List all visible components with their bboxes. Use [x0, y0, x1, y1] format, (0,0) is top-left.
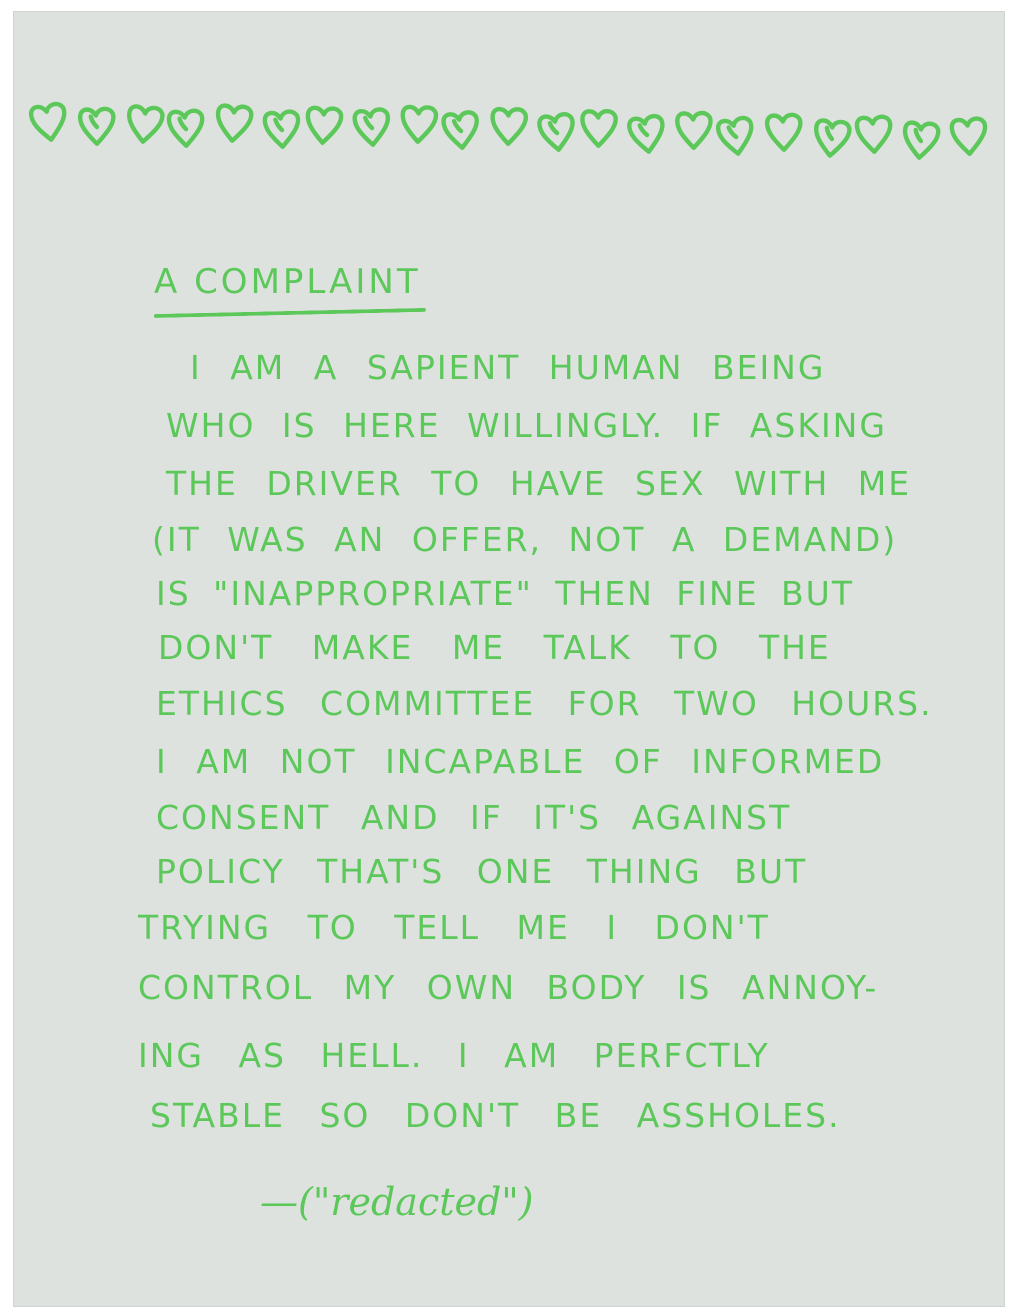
- note-line: TRYING TO TELL ME I DON'T: [138, 908, 770, 947]
- note-line: DON'T MAKE ME TALK TO THE: [158, 628, 831, 667]
- note-line: STABLE SO DON'T BE ASSHOLES.: [150, 1096, 841, 1135]
- note-line: POLICY THAT'S ONE THING BUT: [156, 852, 808, 891]
- note-line: THE DRIVER TO HAVE SEX WITH ME: [166, 464, 912, 503]
- note-line: I AM A SAPIENT HUMAN BEING: [190, 348, 826, 387]
- note-line: CONSENT AND IF IT'S AGAINST: [156, 798, 792, 837]
- note-line: WHO IS HERE WILLINGLY. IF ASKING: [166, 406, 887, 445]
- note-line: ETHICS COMMITTEE FOR TWO HOURS.: [156, 684, 933, 723]
- note-line: ING AS HELL. I AM PERFCTLY: [138, 1036, 770, 1075]
- handwritten-note-page: A COMPLAINT I AM A SAPIENT HUMAN BEING W…: [14, 12, 1004, 1306]
- note-line: CONTROL MY OWN BODY IS ANNOY-: [138, 968, 879, 1007]
- note-body: I AM A SAPIENT HUMAN BEING WHO IS HERE W…: [14, 12, 1004, 1306]
- signature: —("redacted"): [260, 1180, 534, 1224]
- note-line: I AM NOT INCAPABLE OF INFORMED: [156, 742, 885, 781]
- note-line: IS "INAPPROPRIATE" THEN FINE BUT: [156, 574, 854, 613]
- note-line: (IT WAS AN OFFER, NOT A DEMAND): [152, 520, 898, 559]
